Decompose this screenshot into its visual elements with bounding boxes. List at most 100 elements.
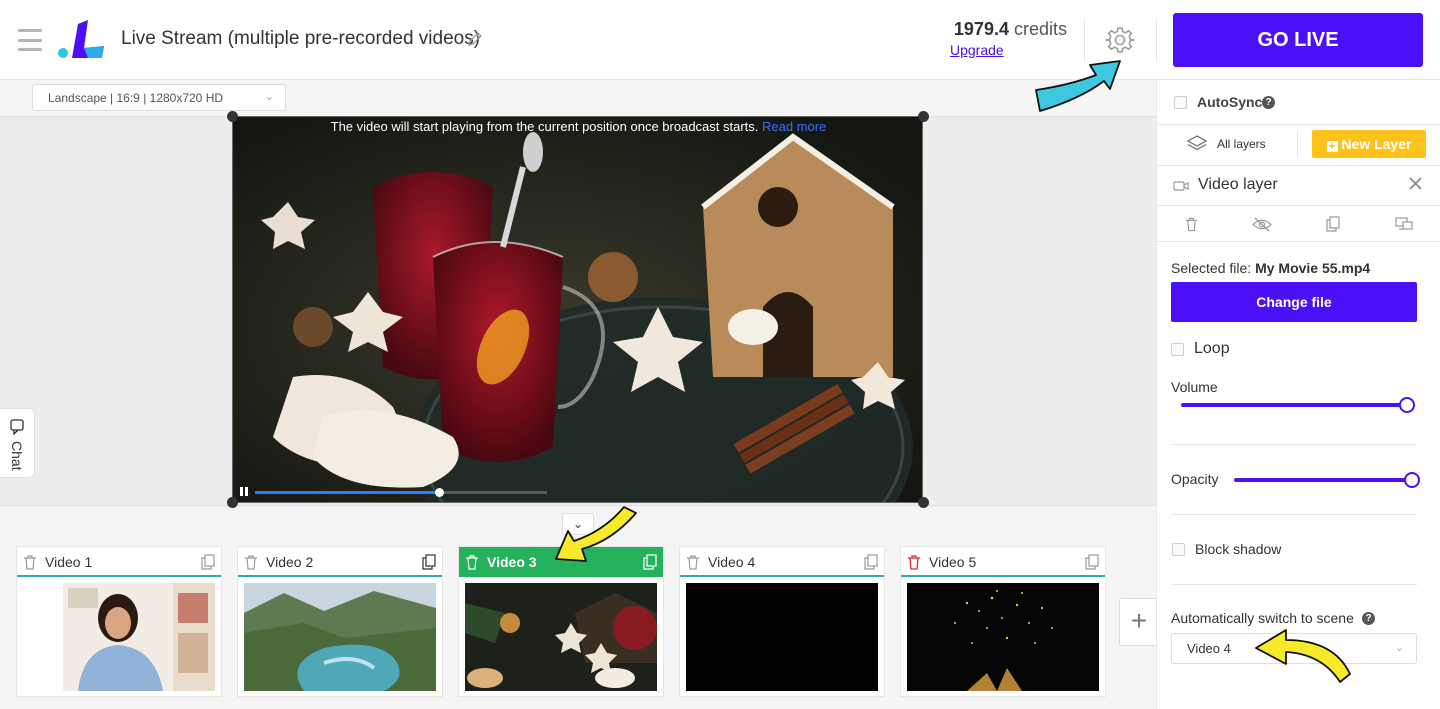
divider <box>1156 124 1440 125</box>
credits-value: 1979.4 <box>953 19 1009 39</box>
divider <box>1171 514 1417 515</box>
auto-switch-label: Automatically switch to scene <box>1171 610 1354 626</box>
divider <box>1156 205 1440 206</box>
scene-card[interactable]: Video 2 <box>237 546 443 697</box>
divider <box>1156 241 1440 242</box>
help-icon[interactable]: ? <box>1262 96 1275 109</box>
annotation-arrow-cyan <box>1035 60 1121 112</box>
divider <box>1297 130 1298 158</box>
auto-switch-value: Video 4 <box>1187 641 1231 656</box>
chat-label: Chat <box>9 441 25 471</box>
trash-icon[interactable] <box>686 555 700 570</box>
layer-title: Video layer <box>1198 176 1278 193</box>
copy-icon[interactable] <box>643 554 657 570</box>
trash-icon[interactable] <box>23 555 37 570</box>
selected-file-name: My Movie 55.mp4 <box>1255 260 1371 276</box>
loop-label: Loop <box>1194 340 1230 357</box>
chevron-down-icon: ⌄ <box>264 91 274 103</box>
hamburger-icon[interactable] <box>18 29 42 51</box>
scene-name: Video 1 <box>45 554 93 570</box>
video-frame-image <box>233 117 922 502</box>
layers-icon[interactable] <box>1186 134 1208 154</box>
credits-display: 1979.4 credits <box>954 19 1067 40</box>
resize-handle-top-left[interactable] <box>227 111 238 122</box>
pause-icon[interactable] <box>240 487 250 497</box>
scene-header: Video 1 <box>17 547 221 577</box>
scene-name: Video 4 <box>708 554 756 570</box>
eye-off-icon[interactable] <box>1252 217 1272 232</box>
loop-checkbox[interactable] <box>1171 343 1184 356</box>
copy-icon[interactable] <box>864 554 878 570</box>
scene-card[interactable]: Video 1 <box>16 546 222 697</box>
read-more-link[interactable]: Read more <box>762 119 826 134</box>
scene-header: Video 4 <box>680 547 884 577</box>
selected-file: Selected file: My Movie 55.mp4 <box>1171 260 1370 276</box>
chat-icon <box>10 419 24 435</box>
autosync-label: AutoSync <box>1197 94 1263 110</box>
progress-fill <box>255 491 439 494</box>
copy-icon[interactable] <box>1085 554 1099 570</box>
resize-handle-bottom-right[interactable] <box>918 497 929 508</box>
annotation-arrow-yellow <box>1255 629 1351 683</box>
block-shadow-checkbox[interactable] <box>1172 543 1185 556</box>
scene-thumbnail <box>23 583 215 691</box>
new-layer-button[interactable]: + New Layer <box>1312 130 1426 158</box>
logo <box>58 20 104 58</box>
scene-thumbnail <box>686 583 878 691</box>
divider <box>1156 20 1157 62</box>
upgrade-link[interactable]: Upgrade <box>950 42 1004 58</box>
copy-icon[interactable] <box>422 554 436 570</box>
trash-icon[interactable] <box>244 555 258 570</box>
copy-icon[interactable] <box>1326 216 1340 232</box>
divider <box>1171 584 1417 585</box>
playback-notice: The video will start playing from the cu… <box>233 119 922 134</box>
video-preview[interactable]: The video will start playing from the cu… <box>232 116 923 503</box>
playback-progress[interactable] <box>255 488 547 497</box>
plus-icon: + <box>1326 139 1338 153</box>
new-layer-label: New Layer <box>1341 136 1412 152</box>
trash-icon[interactable] <box>1185 217 1198 232</box>
go-live-button[interactable]: GO LIVE <box>1173 13 1423 67</box>
scene-name: Video 5 <box>929 554 977 570</box>
chat-tab[interactable]: Chat <box>0 408 35 478</box>
opacity-label: Opacity <box>1171 471 1219 487</box>
selected-file-prefix: Selected file: <box>1171 260 1252 276</box>
opacity-slider-knob[interactable] <box>1404 472 1420 488</box>
close-icon[interactable] <box>1409 177 1422 190</box>
credits-unit: credits <box>1013 19 1067 39</box>
resize-handle-bottom-left[interactable] <box>227 497 238 508</box>
pencil-icon[interactable] <box>466 30 484 48</box>
volume-slider-knob[interactable] <box>1399 397 1415 413</box>
add-scene-button[interactable]: + <box>1119 598 1159 646</box>
scene-header: Video 2 <box>238 547 442 577</box>
screen-icon[interactable] <box>1395 217 1413 231</box>
trash-icon[interactable] <box>465 555 479 570</box>
copy-icon[interactable] <box>201 554 215 570</box>
divider <box>1171 444 1417 445</box>
scene-name: Video 3 <box>487 554 537 570</box>
resolution-select[interactable]: Landscape | 16:9 | 1280x720 HD ⌄ <box>32 84 286 111</box>
scene-card[interactable]: Video 4 <box>679 546 885 697</box>
scene-thumbnail <box>244 583 436 691</box>
divider <box>1156 165 1440 166</box>
gear-icon[interactable] <box>1104 24 1136 56</box>
annotation-arrow-yellow <box>555 506 637 562</box>
scene-name: Video 2 <box>266 554 314 570</box>
stream-title: Live Stream (multiple pre-recorded video… <box>121 28 481 49</box>
progress-knob[interactable] <box>434 488 444 497</box>
scene-card[interactable]: Video 5 <box>900 546 1106 697</box>
change-file-button[interactable]: Change file <box>1171 282 1417 322</box>
chevron-down-icon: ⌄ <box>1394 642 1404 654</box>
volume-label: Volume <box>1171 379 1218 395</box>
volume-slider[interactable] <box>1181 403 1407 407</box>
all-layers-label[interactable]: All layers <box>1217 137 1266 151</box>
camera-icon <box>1173 181 1189 191</box>
resize-handle-top-right[interactable] <box>918 111 929 122</box>
help-icon[interactable]: ? <box>1362 612 1375 625</box>
opacity-slider[interactable] <box>1234 478 1412 482</box>
scene-thumbnail <box>907 583 1099 691</box>
trash-icon[interactable] <box>907 555 921 570</box>
scene-thumbnail <box>465 583 657 691</box>
autosync-checkbox[interactable] <box>1174 96 1187 109</box>
notice-text: The video will start playing from the cu… <box>330 119 759 134</box>
